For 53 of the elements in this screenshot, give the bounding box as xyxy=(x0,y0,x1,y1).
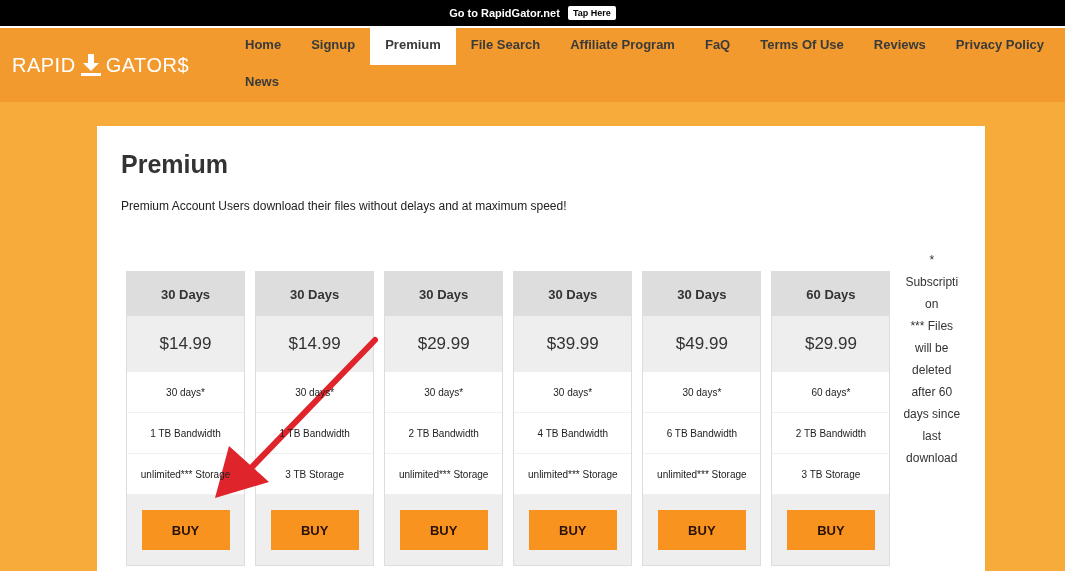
plan-period: 30 Days xyxy=(514,272,632,316)
plan-feature: unlimited*** Storage xyxy=(398,468,489,480)
intro-text: Premium Account Users download their files without delays and at maximum speed! xyxy=(121,199,568,213)
logo-text: RAPID xyxy=(12,53,76,77)
page-title: Premium xyxy=(121,150,229,179)
nav-link[interactable]: Privacy Policy xyxy=(940,28,1060,65)
plan-feature: unlimited*** Storage xyxy=(657,468,747,480)
plan-period: 30 Days xyxy=(256,272,374,316)
plan-price: $49.99 xyxy=(643,316,761,372)
nav-link[interactable]: Affiliate Program xyxy=(555,28,690,65)
plan-feature: 30 days* xyxy=(424,386,464,398)
nav-link[interactable]: File Search xyxy=(455,28,556,65)
nav-link[interactable]: Signup xyxy=(296,28,371,65)
plan-price: $39.99 xyxy=(514,316,632,372)
plan-feature: 30 days* xyxy=(682,386,722,398)
buy-button[interactable]: BUY xyxy=(141,510,230,550)
plan-feature: 1 TB Bandwidth xyxy=(150,427,221,439)
download-icon xyxy=(79,53,102,77)
plan-feature: 30 days* xyxy=(166,386,205,398)
footnote-text: * Subscription xyxy=(904,252,960,313)
plan-feature: 3 TB Storage xyxy=(801,468,861,480)
buy-button[interactable]: BUY xyxy=(657,510,746,550)
nav-link[interactable]: Reviews xyxy=(858,28,941,65)
plan-period: 30 Days xyxy=(643,272,761,316)
plan-price: $14.99 xyxy=(127,316,245,372)
plan-feature: 1 TB Bandwidth xyxy=(279,427,350,439)
plan-feature: 30 days* xyxy=(553,386,593,398)
plan-feature: unlimited*** Storage xyxy=(528,468,618,480)
buy-button[interactable]: BUY xyxy=(399,510,488,550)
plan-feature: 4 TB Bandwidth xyxy=(537,427,608,439)
buy-button[interactable]: BUY xyxy=(786,510,875,550)
plan-period: 30 Days xyxy=(127,272,245,316)
footnote-text: *** Files will be deleted after 60 days since last download xyxy=(902,318,961,467)
buy-button[interactable]: BUY xyxy=(528,510,617,550)
nav-link[interactable]: Premium xyxy=(370,28,456,65)
tap-here-button[interactable]: Tap Here xyxy=(567,6,616,20)
plan-feature: 60 days* xyxy=(811,386,851,398)
logo-text: GATOR$ xyxy=(105,53,189,77)
plan-feature: 2 TB Bandwidth xyxy=(795,427,867,439)
plan-price: $14.99 xyxy=(256,316,374,372)
plan-feature: 3 TB Storage xyxy=(285,468,344,480)
plan-price: $29.99 xyxy=(772,316,890,372)
plan-period: 60 Days xyxy=(772,272,890,316)
plan-feature: 6 TB Bandwidth xyxy=(666,427,738,439)
plan-price: $29.99 xyxy=(385,316,503,372)
nav-link[interactable]: Terms Of Use xyxy=(745,28,859,65)
nav-link[interactable]: Home xyxy=(230,28,297,65)
nav-link[interactable]: FaQ xyxy=(689,28,746,65)
buy-button[interactable]: BUY xyxy=(270,510,359,550)
plan-feature: 2 TB Bandwidth xyxy=(408,427,479,439)
promo-text: Go to RapidGator.net xyxy=(449,7,560,19)
plan-period: 30 Days xyxy=(385,272,503,316)
nav-link[interactable]: News xyxy=(230,65,294,102)
